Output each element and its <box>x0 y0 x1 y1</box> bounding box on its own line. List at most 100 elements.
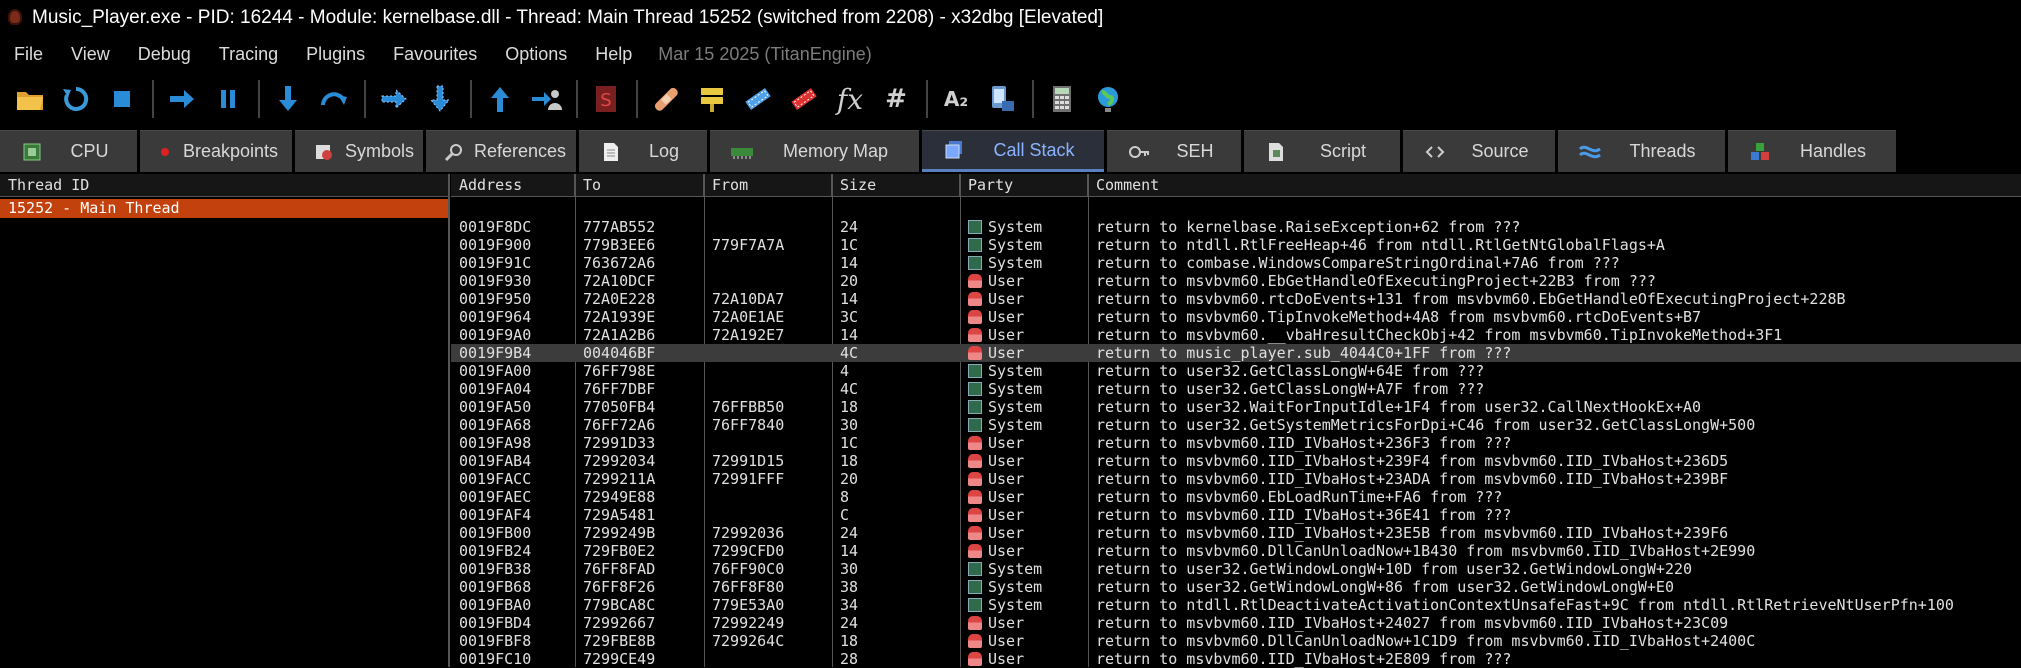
system-party-icon <box>968 382 982 396</box>
size-column-header[interactable]: Size <box>832 174 960 196</box>
call-stack-row[interactable]: 0019FB00 7299249B 72992036 24 User return to … <box>451 524 2021 542</box>
address-cell: 0019FAEC <box>459 488 532 506</box>
comment-cell: return to msvbvm60.IID_IVbaHost+24027 fr… <box>1096 614 1729 632</box>
patch-icon[interactable] <box>644 77 688 121</box>
tab-log[interactable]: Log <box>579 130 707 172</box>
to-cell: 72A10DCF <box>583 272 656 290</box>
from-column-header[interactable]: From <box>704 174 832 196</box>
restart-icon[interactable] <box>54 77 98 121</box>
variables-icon[interactable]: # <box>874 77 918 121</box>
calculator-icon[interactable] <box>1040 77 1084 121</box>
to-cell: 76FF8F26 <box>583 578 656 596</box>
labels-icon[interactable] <box>736 77 780 121</box>
strings-icon[interactable]: A₂ <box>934 77 978 121</box>
call-stack-row[interactable]: 0019FACC 7299211A 72991FFF 20 User return to … <box>451 470 2021 488</box>
tab-cpu[interactable]: CPU <box>0 130 137 172</box>
functions-icon[interactable]: fx <box>828 77 872 121</box>
stop-icon[interactable] <box>100 77 144 121</box>
party-cell: System <box>960 560 1088 578</box>
menu-tracing[interactable]: Tracing <box>205 36 292 72</box>
party-label: System <box>988 254 1043 272</box>
menu-plugins[interactable]: Plugins <box>292 36 379 72</box>
call-stack-row[interactable]: 0019F950 72A0E228 72A10DA7 14 User return to … <box>451 290 2021 308</box>
globe-icon[interactable] <box>1086 77 1130 121</box>
tab-handles[interactable]: Handles <box>1728 130 1896 172</box>
bookmarks-icon[interactable] <box>782 77 826 121</box>
call-stack-row[interactable]: 0019F9A0 72A1A2B6 72A192E7 14 User return to … <box>451 326 2021 344</box>
call-stack-row[interactable]: 0019FAB4 72992034 72991D15 18 User return to … <box>451 452 2021 470</box>
call-stack-row[interactable]: 0019FA50 77050FB4 76FFBB50 18 System return t… <box>451 398 2021 416</box>
party-cell: System <box>960 398 1088 416</box>
call-stack-row[interactable]: 0019FB68 76FF8F26 76FF8F80 38 System return t… <box>451 578 2021 596</box>
tab-script[interactable]: Script <box>1244 130 1400 172</box>
call-stack-row[interactable]: 0019FB24 729FB0E2 7299CFD0 14 User return to … <box>451 542 2021 560</box>
call-stack-row[interactable]: 0019FA00 76FF798E 4 System return to user32.… <box>451 362 2021 380</box>
party-cell: System <box>960 362 1088 380</box>
comments-icon[interactable] <box>690 77 734 121</box>
user-party-icon <box>968 274 982 288</box>
scylla-icon[interactable]: S <box>584 77 628 121</box>
address-column-header[interactable]: Address <box>451 174 575 196</box>
call-stack-row[interactable]: 0019FBF8 729FBE8B 7299264C 18 User return to … <box>451 632 2021 650</box>
party-label: System <box>988 560 1043 578</box>
to-cell: 7299211A <box>583 470 656 488</box>
thread-list-item[interactable]: 15252 - Main Thread <box>0 199 448 218</box>
comment-cell: return to msvbvm60.TipInvokeMethod+4A8 f… <box>1096 308 1702 326</box>
call-stack-row[interactable]: 0019F930 72A10DCF 20 User return to msvbvm60… <box>451 272 2021 290</box>
call-stack-row[interactable]: 0019FAEC 72949E88 8 User return to msvbvm60.… <box>451 488 2021 506</box>
call-stack-row[interactable]: 0019FBA0 779BCA8C 779E53A0 34 System return t… <box>451 596 2021 614</box>
call-stack-row[interactable]: 0019FAF4 729A5481 C User return to msvbvm60.… <box>451 506 2021 524</box>
call-stack-row[interactable]: 0019F91C 763672A6 14 System return to combas… <box>451 254 2021 272</box>
menu-debug[interactable]: Debug <box>124 36 205 72</box>
step-into-icon[interactable] <box>266 77 310 121</box>
run-icon[interactable] <box>160 77 204 121</box>
from-cell <box>704 650 832 668</box>
call-stack-row[interactable]: 0019F900 779B3EE6 779F7A7A 1C System return t… <box>451 236 2021 254</box>
party-column-header[interactable]: Party <box>960 174 1088 196</box>
party-cell: User <box>960 434 1088 452</box>
pause-icon[interactable] <box>206 77 250 121</box>
step-over-icon[interactable] <box>312 77 356 121</box>
call-stack-row[interactable]: 0019FB38 76FF8FAD 76FF90C0 30 System return t… <box>451 560 2021 578</box>
tab-seh[interactable]: SEH <box>1107 130 1241 172</box>
tab-source[interactable]: Source <box>1403 130 1555 172</box>
execute-till-return-icon[interactable] <box>478 77 522 121</box>
size-cell: 28 <box>840 650 859 668</box>
tab-memory-map[interactable]: Memory Map <box>710 130 919 172</box>
menu-options[interactable]: Options <box>491 36 581 72</box>
user-party-icon <box>968 652 982 666</box>
tab-threads[interactable]: Threads <box>1558 130 1725 172</box>
to-column-header[interactable]: To <box>575 174 704 196</box>
call-stack-row[interactable]: 0019F9B4 004046BF 4C User return to music_pl… <box>451 344 2021 362</box>
call-stack-row[interactable]: 0019FBD4 72992667 72992249 24 User return to … <box>451 614 2021 632</box>
party-label: User <box>988 506 1025 524</box>
party-cell: User <box>960 452 1088 470</box>
thread-id-column-header[interactable]: Thread ID <box>0 174 448 196</box>
size-cell: 4C <box>840 380 859 398</box>
menu-view[interactable]: View <box>57 36 124 72</box>
menu-help[interactable]: Help <box>581 36 646 72</box>
toolbar-separator <box>470 80 472 118</box>
call-stack-row[interactable]: 0019FA68 76FF72A6 76FF7840 30 System return t… <box>451 416 2021 434</box>
size-cell: C <box>840 506 850 524</box>
trace-over-icon[interactable] <box>418 77 462 121</box>
device-icon[interactable] <box>980 77 1024 121</box>
party-cell: System <box>960 596 1088 614</box>
tab-symbols[interactable]: Symbols <box>295 130 423 172</box>
from-cell: 7299264C <box>712 632 785 650</box>
tab-call-stack[interactable]: Call Stack <box>922 130 1104 172</box>
call-stack-row[interactable]: 0019F964 72A1939E 72A0E1AE 3C User return to … <box>451 308 2021 326</box>
open-icon[interactable] <box>8 77 52 121</box>
call-stack-row[interactable]: 0019FC10 7299CE49 28 User return to msvbvm60… <box>451 650 2021 668</box>
tab-breakpoints[interactable]: Breakpoints <box>140 130 292 172</box>
call-stack-row[interactable]: 0019FA98 72991D33 1C User return to msvbvm60… <box>451 434 2021 452</box>
menu-favourites[interactable]: Favourites <box>379 36 491 72</box>
run-to-user-code-icon[interactable] <box>524 77 568 121</box>
call-stack-row[interactable]: 0019FA04 76FF7DBF 4C System return to user32… <box>451 380 2021 398</box>
tab-references[interactable]: References <box>426 130 576 172</box>
trace-into-icon[interactable] <box>372 77 416 121</box>
comment-cell: return to user32.GetClassLongW+A7F from … <box>1096 380 1485 398</box>
menu-file[interactable]: File <box>0 36 57 72</box>
comment-column-header[interactable]: Comment <box>1088 174 2021 196</box>
call-stack-row[interactable]: 0019F8DC 777AB552 24 System return to kernel… <box>451 218 2021 236</box>
